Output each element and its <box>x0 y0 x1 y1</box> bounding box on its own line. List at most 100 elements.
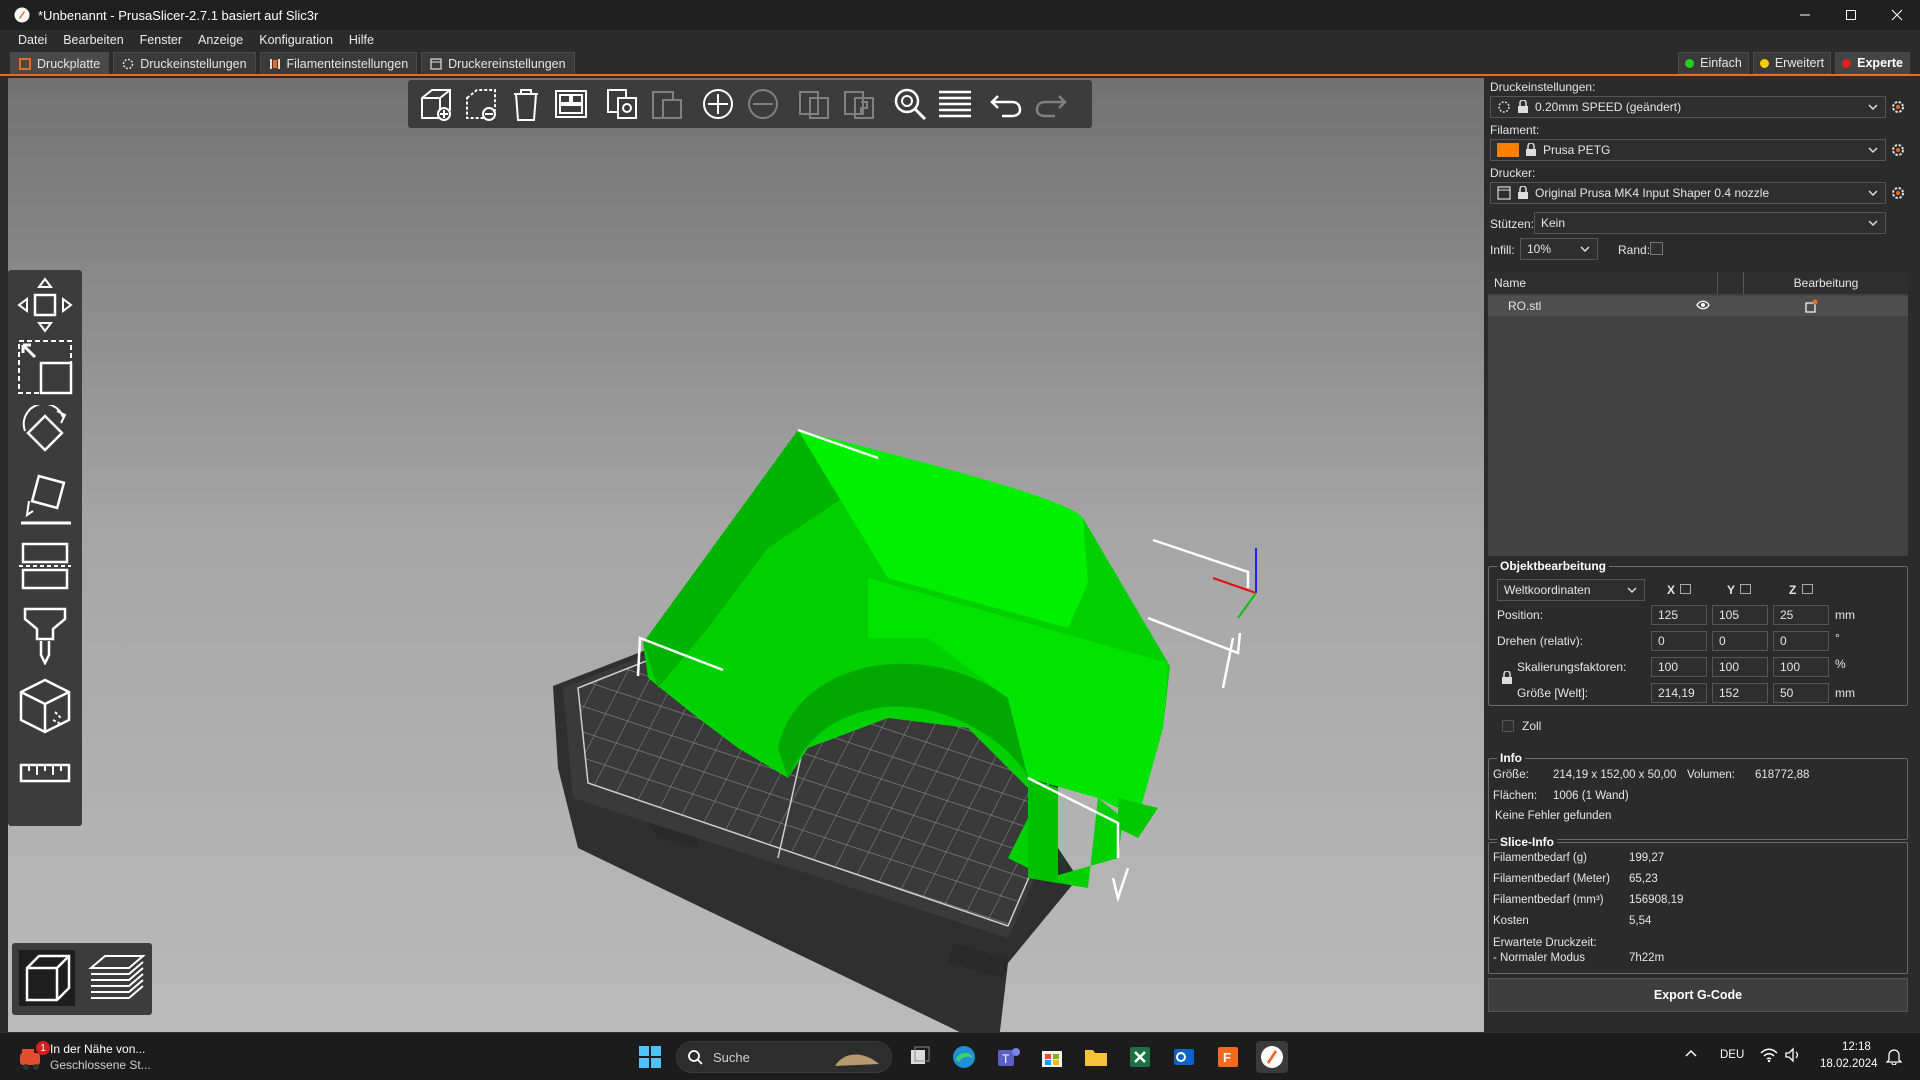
edge-button[interactable] <box>948 1041 980 1073</box>
weather-line2[interactable]: Geschlossene St... <box>50 1058 151 1072</box>
supports-combo[interactable]: Kein <box>1534 212 1886 234</box>
clock-date[interactable]: 18.02.2024 <box>1820 1058 1878 1070</box>
drop-to-bed-x-icon[interactable] <box>1680 584 1691 594</box>
scale-x-field[interactable]: 100 <box>1651 657 1707 677</box>
menu-bearbeiten[interactable]: Bearbeiten <box>55 33 131 47</box>
weather-line1[interactable]: In der Nähe von... <box>50 1042 145 1056</box>
print-settings-combo[interactable]: 0.20mm SPEED (geändert) <box>1490 96 1886 118</box>
rotation-z-field[interactable]: 0 <box>1773 631 1829 651</box>
rotation-y-field[interactable]: 0 <box>1712 631 1768 651</box>
undo-button[interactable] <box>986 84 1026 124</box>
col-editing[interactable]: Bearbeitung <box>1744 272 1908 294</box>
prusaslicer-taskbar-button[interactable] <box>1256 1041 1288 1073</box>
weather-widget-icon[interactable]: 1 <box>18 1041 50 1071</box>
split-objects-button[interactable] <box>794 84 834 124</box>
add-instance-button[interactable] <box>698 84 738 124</box>
brim-checkbox[interactable] <box>1650 242 1663 255</box>
scale-z-field[interactable]: 100 <box>1773 657 1829 677</box>
filament-gear-icon[interactable] <box>1890 142 1906 158</box>
paste-button[interactable] <box>647 84 687 124</box>
3d-scene[interactable] <box>8 78 1484 1080</box>
scale-tool-button[interactable] <box>15 338 75 396</box>
store-button[interactable] <box>1036 1041 1068 1073</box>
rotate-tool-button[interactable] <box>15 404 75 462</box>
task-view-button[interactable] <box>904 1041 936 1073</box>
3d-view-button[interactable] <box>17 948 77 1011</box>
printer-gear-icon[interactable] <box>1890 185 1906 201</box>
menu-anzeige[interactable]: Anzeige <box>190 33 251 47</box>
drop-to-bed-y-icon[interactable] <box>1740 584 1751 594</box>
layers-editing-button[interactable] <box>935 84 975 124</box>
delete-object-button[interactable] <box>461 84 501 124</box>
drop-to-bed-z-icon[interactable] <box>1802 584 1813 594</box>
menu-fenster[interactable]: Fenster <box>132 33 190 47</box>
arrange-button[interactable] <box>551 84 591 124</box>
object-row-ro-stl[interactable]: RO.stl <box>1488 296 1908 316</box>
language-indicator[interactable]: DEU <box>1720 1049 1744 1061</box>
outlook-button[interactable] <box>1168 1041 1200 1073</box>
start-button[interactable] <box>634 1041 666 1073</box>
paint-tool-button[interactable] <box>15 604 75 666</box>
position-unit: mm <box>1835 608 1855 622</box>
size-y-field[interactable]: 152 <box>1712 683 1768 703</box>
move-tool-button[interactable] <box>15 276 75 334</box>
measure-tool-button[interactable] <box>15 748 75 798</box>
clock-time[interactable]: 12:18 <box>1842 1041 1871 1053</box>
teams-button[interactable]: T <box>992 1041 1024 1073</box>
position-y-field[interactable]: 105 <box>1712 605 1768 625</box>
search-button[interactable] <box>890 84 930 124</box>
preview-button[interactable] <box>87 948 147 1011</box>
chevron-up-icon[interactable] <box>1684 1047 1698 1064</box>
size-z-field[interactable]: 50 <box>1773 683 1829 703</box>
infill-combo[interactable]: 10% <box>1520 238 1598 260</box>
minimize-button[interactable] <box>1782 0 1828 30</box>
mode-einfach-button[interactable]: Einfach <box>1678 52 1749 74</box>
excel-button[interactable] <box>1124 1041 1156 1073</box>
tab-druckplatte[interactable]: Druckplatte <box>10 52 110 74</box>
wifi-icon[interactable] <box>1760 1047 1778 1066</box>
chevron-down-icon <box>1867 101 1879 116</box>
menu-konfiguration[interactable]: Konfiguration <box>251 33 341 47</box>
position-z-field[interactable]: 25 <box>1773 605 1829 625</box>
filament-combo[interactable]: Prusa PETG <box>1490 139 1886 161</box>
inches-checkbox[interactable] <box>1502 720 1514 732</box>
delete-all-button[interactable] <box>506 84 546 124</box>
scale-y-field[interactable]: 100 <box>1712 657 1768 677</box>
print-settings-gear-icon[interactable] <box>1890 99 1906 115</box>
maximize-button[interactable] <box>1828 0 1874 30</box>
mode-experte-button[interactable]: Experte <box>1835 52 1910 74</box>
place-on-face-button[interactable] <box>15 470 75 528</box>
uniform-scale-lock-icon[interactable] <box>1501 670 1513 688</box>
explorer-button[interactable] <box>1080 1041 1112 1073</box>
eye-icon[interactable] <box>1696 299 1710 314</box>
volume-icon[interactable] <box>1784 1047 1802 1066</box>
menu-hilfe[interactable]: Hilfe <box>341 33 382 47</box>
menu-datei[interactable]: Datei <box>10 33 55 47</box>
tab-druckeinstellungen[interactable]: Druckeinstellungen <box>113 52 256 74</box>
filament-color-swatch <box>1497 143 1519 157</box>
edit-settings-icon[interactable] <box>1804 299 1818 316</box>
notification-bell-icon[interactable] <box>1885 1047 1903 1068</box>
col-name[interactable]: Name <box>1488 272 1718 294</box>
rotation-x-field[interactable]: 0 <box>1651 631 1707 651</box>
tab-druckereinstellungen[interactable]: Druckereinstellungen <box>421 52 575 74</box>
close-button[interactable] <box>1874 0 1920 30</box>
tab-filamenteinstellungen[interactable]: Filamenteinstellungen <box>259 52 418 74</box>
3d-viewport[interactable] <box>8 78 1484 1080</box>
chevron-down-icon <box>1626 584 1638 599</box>
size-x-field[interactable]: 214,19 <box>1651 683 1707 703</box>
cut-tool-button[interactable] <box>15 536 75 596</box>
simplify-tool-button[interactable] <box>15 676 75 736</box>
position-x-field[interactable]: 125 <box>1651 605 1707 625</box>
fusion-button[interactable]: F <box>1212 1041 1244 1073</box>
export-gcode-button[interactable]: Export G-Code <box>1488 978 1908 1012</box>
printer-combo[interactable]: Original Prusa MK4 Input Shaper 0.4 nozz… <box>1490 182 1886 204</box>
coordinate-system-combo[interactable]: Weltkoordinaten <box>1497 579 1645 601</box>
split-parts-button[interactable] <box>839 84 879 124</box>
taskbar-search[interactable]: Suche <box>676 1041 892 1073</box>
mode-erweitert-button[interactable]: Erweitert <box>1752 52 1832 74</box>
redo-button[interactable] <box>1031 84 1071 124</box>
add-object-button[interactable] <box>416 84 456 124</box>
remove-instance-button[interactable] <box>743 84 783 124</box>
copy-button[interactable] <box>602 84 642 124</box>
